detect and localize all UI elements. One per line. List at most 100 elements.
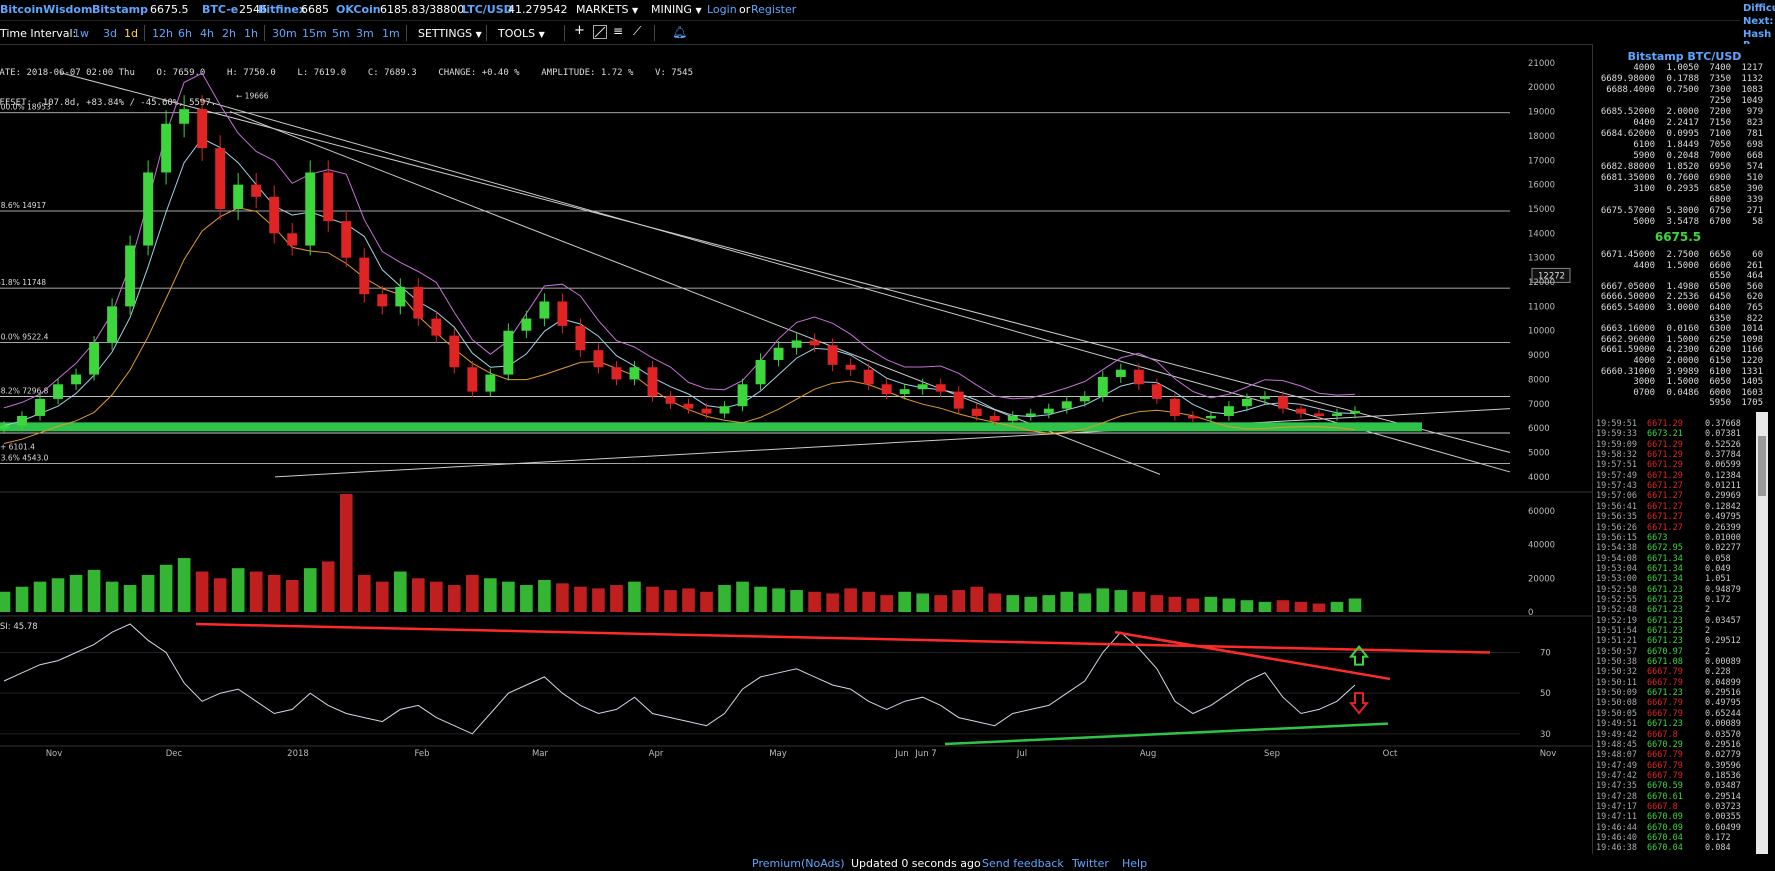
orderbook-sum: 1132 [1741, 74, 1763, 84]
crosshair-icon[interactable]: + [574, 23, 585, 38]
time-tick-label: Feb [414, 749, 429, 759]
orderbook-row[interactable]: 3000 1.5000 6050 1405 [1593, 377, 1763, 388]
settings-menu[interactable]: SETTINGS ▼ [418, 27, 482, 40]
trade-amount: 0.03457 [1705, 615, 1741, 626]
interval-12h[interactable]: 12h [152, 27, 173, 40]
bell-icon[interactable]: 🔔︎ [672, 25, 687, 39]
orderbook-amount: 0.7500 [1666, 85, 1699, 95]
trade-time: 19:54:38 [1596, 543, 1637, 554]
next-label: Next: [1743, 16, 1774, 27]
trade-price: 6671.29 [1647, 470, 1683, 481]
trendline-tool-icon[interactable] [593, 25, 607, 39]
orderbook-row[interactable]: 0400 2.2417 7150 823 [1593, 118, 1763, 129]
interval-30m[interactable]: 30m [272, 27, 297, 40]
trade-time: 19:59:09 [1596, 439, 1637, 450]
trade-price: 6671.34 [1647, 563, 1683, 574]
orderbook-row[interactable]: 6665.54000 3.0000 6400 765 [1593, 303, 1763, 314]
orderbook-row[interactable]: 3100 0.2935 6850 390 [1593, 184, 1763, 195]
ticker-okcoin-name[interactable]: OKCoin [336, 3, 381, 16]
ticker-bitstamp-name[interactable]: Bitstamp [92, 3, 148, 16]
help-link[interactable]: Help [1122, 857, 1147, 870]
orderbook-row[interactable]: 0700 0.0486 6000 1603 [1593, 388, 1763, 399]
volume-bar [1150, 595, 1164, 612]
interval-5m[interactable]: 5m [332, 27, 350, 40]
orderbook-amount: 1.4980 [1666, 281, 1699, 292]
trade-time: 19:47:11 [1596, 812, 1637, 823]
ticker-ltc-name[interactable]: LTC/USD [462, 3, 513, 16]
register-link[interactable]: Register [751, 3, 796, 16]
orderbook-price: 4000 [1633, 63, 1655, 73]
orderbook-row[interactable]: 6350 822 [1593, 314, 1763, 325]
orderbook-row[interactable]: 6671.45000 2.7500 6650 60 [1593, 250, 1763, 261]
orderbook-row[interactable]: 6663.16000 0.0160 6300 1014 [1593, 324, 1763, 335]
orderbook-row[interactable]: 6666.50000 2.2536 6450 620 [1593, 292, 1763, 303]
interval-3d[interactable]: 3d [103, 27, 117, 40]
interval-1w[interactable]: 1w [73, 27, 89, 40]
price-tick-label: 18000 [1528, 132, 1555, 142]
volume-bar [592, 588, 605, 612]
orderbook-row[interactable]: 6100 1.8449 7050 698 [1593, 140, 1763, 151]
orderbook-row[interactable]: 6684.62000 0.0995 7100 781 [1593, 129, 1763, 140]
twitter-link[interactable]: Twitter [1072, 857, 1109, 870]
orderbook-row[interactable]: 6685.52000 2.0000 7200 979 [1593, 107, 1763, 118]
scrollbar-thumb[interactable] [1758, 436, 1766, 496]
horizontal-lines-icon[interactable]: ≡ [613, 24, 623, 38]
interval-3m[interactable]: 3m [356, 27, 374, 40]
brand-logo[interactable]: BitcoinWisdom [0, 3, 92, 16]
orderbook-row[interactable]: 6681.35000 0.7600 6900 510 [1593, 173, 1763, 184]
tools-menu[interactable]: TOOLS ▼ [498, 27, 545, 40]
orderbook-price: 6682.88000 [1600, 162, 1655, 172]
orderbook-row[interactable]: 6660.31000 3.9989 6100 1331 [1593, 367, 1763, 378]
time-tick-label: Oct [1383, 749, 1398, 759]
login-link[interactable]: Login [707, 3, 737, 16]
ticker-bitfinex-name[interactable]: Bitfinex [258, 3, 306, 16]
orderbook-row[interactable]: 6688.4000 0.7500 7300 1083 [1593, 85, 1763, 96]
arrow-down-icon [1348, 692, 1370, 715]
orderbook-price: 6681.35000 [1600, 173, 1655, 183]
interval-1h[interactable]: 1h [244, 27, 258, 40]
orderbook-row[interactable]: 6550 464 [1593, 271, 1763, 282]
orderbook-row[interactable]: 6689.98000 0.1788 7350 1132 [1593, 74, 1763, 85]
interval-4h[interactable]: 4h [200, 27, 214, 40]
volume-bar [123, 585, 137, 612]
candle-body [863, 369, 874, 385]
orderbook-title[interactable]: Bitstamp BTC/USD [1593, 50, 1775, 63]
trades-scrollbar[interactable] [1756, 412, 1768, 854]
interval-6h[interactable]: 6h [178, 27, 192, 40]
orderbook-row[interactable]: 6682.88000 1.8520 6950 574 [1593, 162, 1763, 173]
trade-amount: 0.00089 [1705, 719, 1741, 730]
trade-time: 19:59:51 [1596, 419, 1637, 429]
orderbook-row[interactable]: 6675.57000 5.3000 6750 271 [1593, 206, 1763, 217]
ticker-btce-name[interactable]: BTC-e [202, 3, 238, 16]
price-chart[interactable]: 100.0% 18953 78.6% 14917 61.8% 11748 50.0% … [0, 44, 1592, 856]
time-tick-label: Sep [1264, 749, 1280, 759]
mining-menu[interactable]: MINING ▼ [651, 3, 702, 16]
orderbook-row[interactable]: 6662.96000 1.5000 6250 1098 [1593, 335, 1763, 346]
orderbook-row[interactable]: 5950 1705 [1593, 398, 1763, 409]
feedback-link[interactable]: Send feedback [982, 857, 1064, 870]
orderbook-row[interactable]: 4000 1.0050 7400 1217 [1593, 63, 1763, 74]
orderbook-row[interactable]: 4400 1.5000 6600 261 [1593, 261, 1763, 272]
volume-tick-label: 20000 [1528, 574, 1555, 584]
ticker-ltc-value: 41.279542 [508, 3, 568, 16]
markets-menu[interactable]: MARKETS ▼ [576, 3, 638, 16]
fib-tool-icon[interactable]: ⟋ [633, 24, 641, 39]
interval-2h[interactable]: 2h [222, 27, 236, 40]
orderbook-row[interactable]: 6667.05000 1.4980 6500 560 [1593, 281, 1763, 293]
premium-link[interactable]: Premium(NoAds) [752, 857, 845, 870]
trade-amount: 0.39596 [1705, 760, 1741, 771]
orderbook-row[interactable]: 7250 1049 [1593, 96, 1763, 107]
interval-1d[interactable]: 1d [124, 27, 138, 40]
orderbook-row[interactable]: 5000 3.5478 6700 58 [1593, 217, 1763, 228]
trade-row: 19:57:51 6671.29 0.06599 [1593, 460, 1761, 470]
orderbook-row[interactable]: 5900 0.2048 7000 668 [1593, 151, 1763, 162]
interval-15m[interactable]: 15m [302, 27, 327, 40]
trade-amount: 1.051 [1705, 574, 1731, 585]
trendline [274, 408, 1511, 478]
orderbook-row[interactable]: 6661.59000 4.2300 6200 1166 [1593, 345, 1763, 356]
interval-1m[interactable]: 1m [382, 27, 400, 40]
orderbook-row[interactable]: 4000 2.0000 6150 1220 [1593, 356, 1763, 367]
orderbook-row[interactable]: 6800 339 [1593, 195, 1763, 206]
volume-bar [1078, 593, 1092, 612]
orderbook-sum: 1049 [1741, 96, 1763, 106]
